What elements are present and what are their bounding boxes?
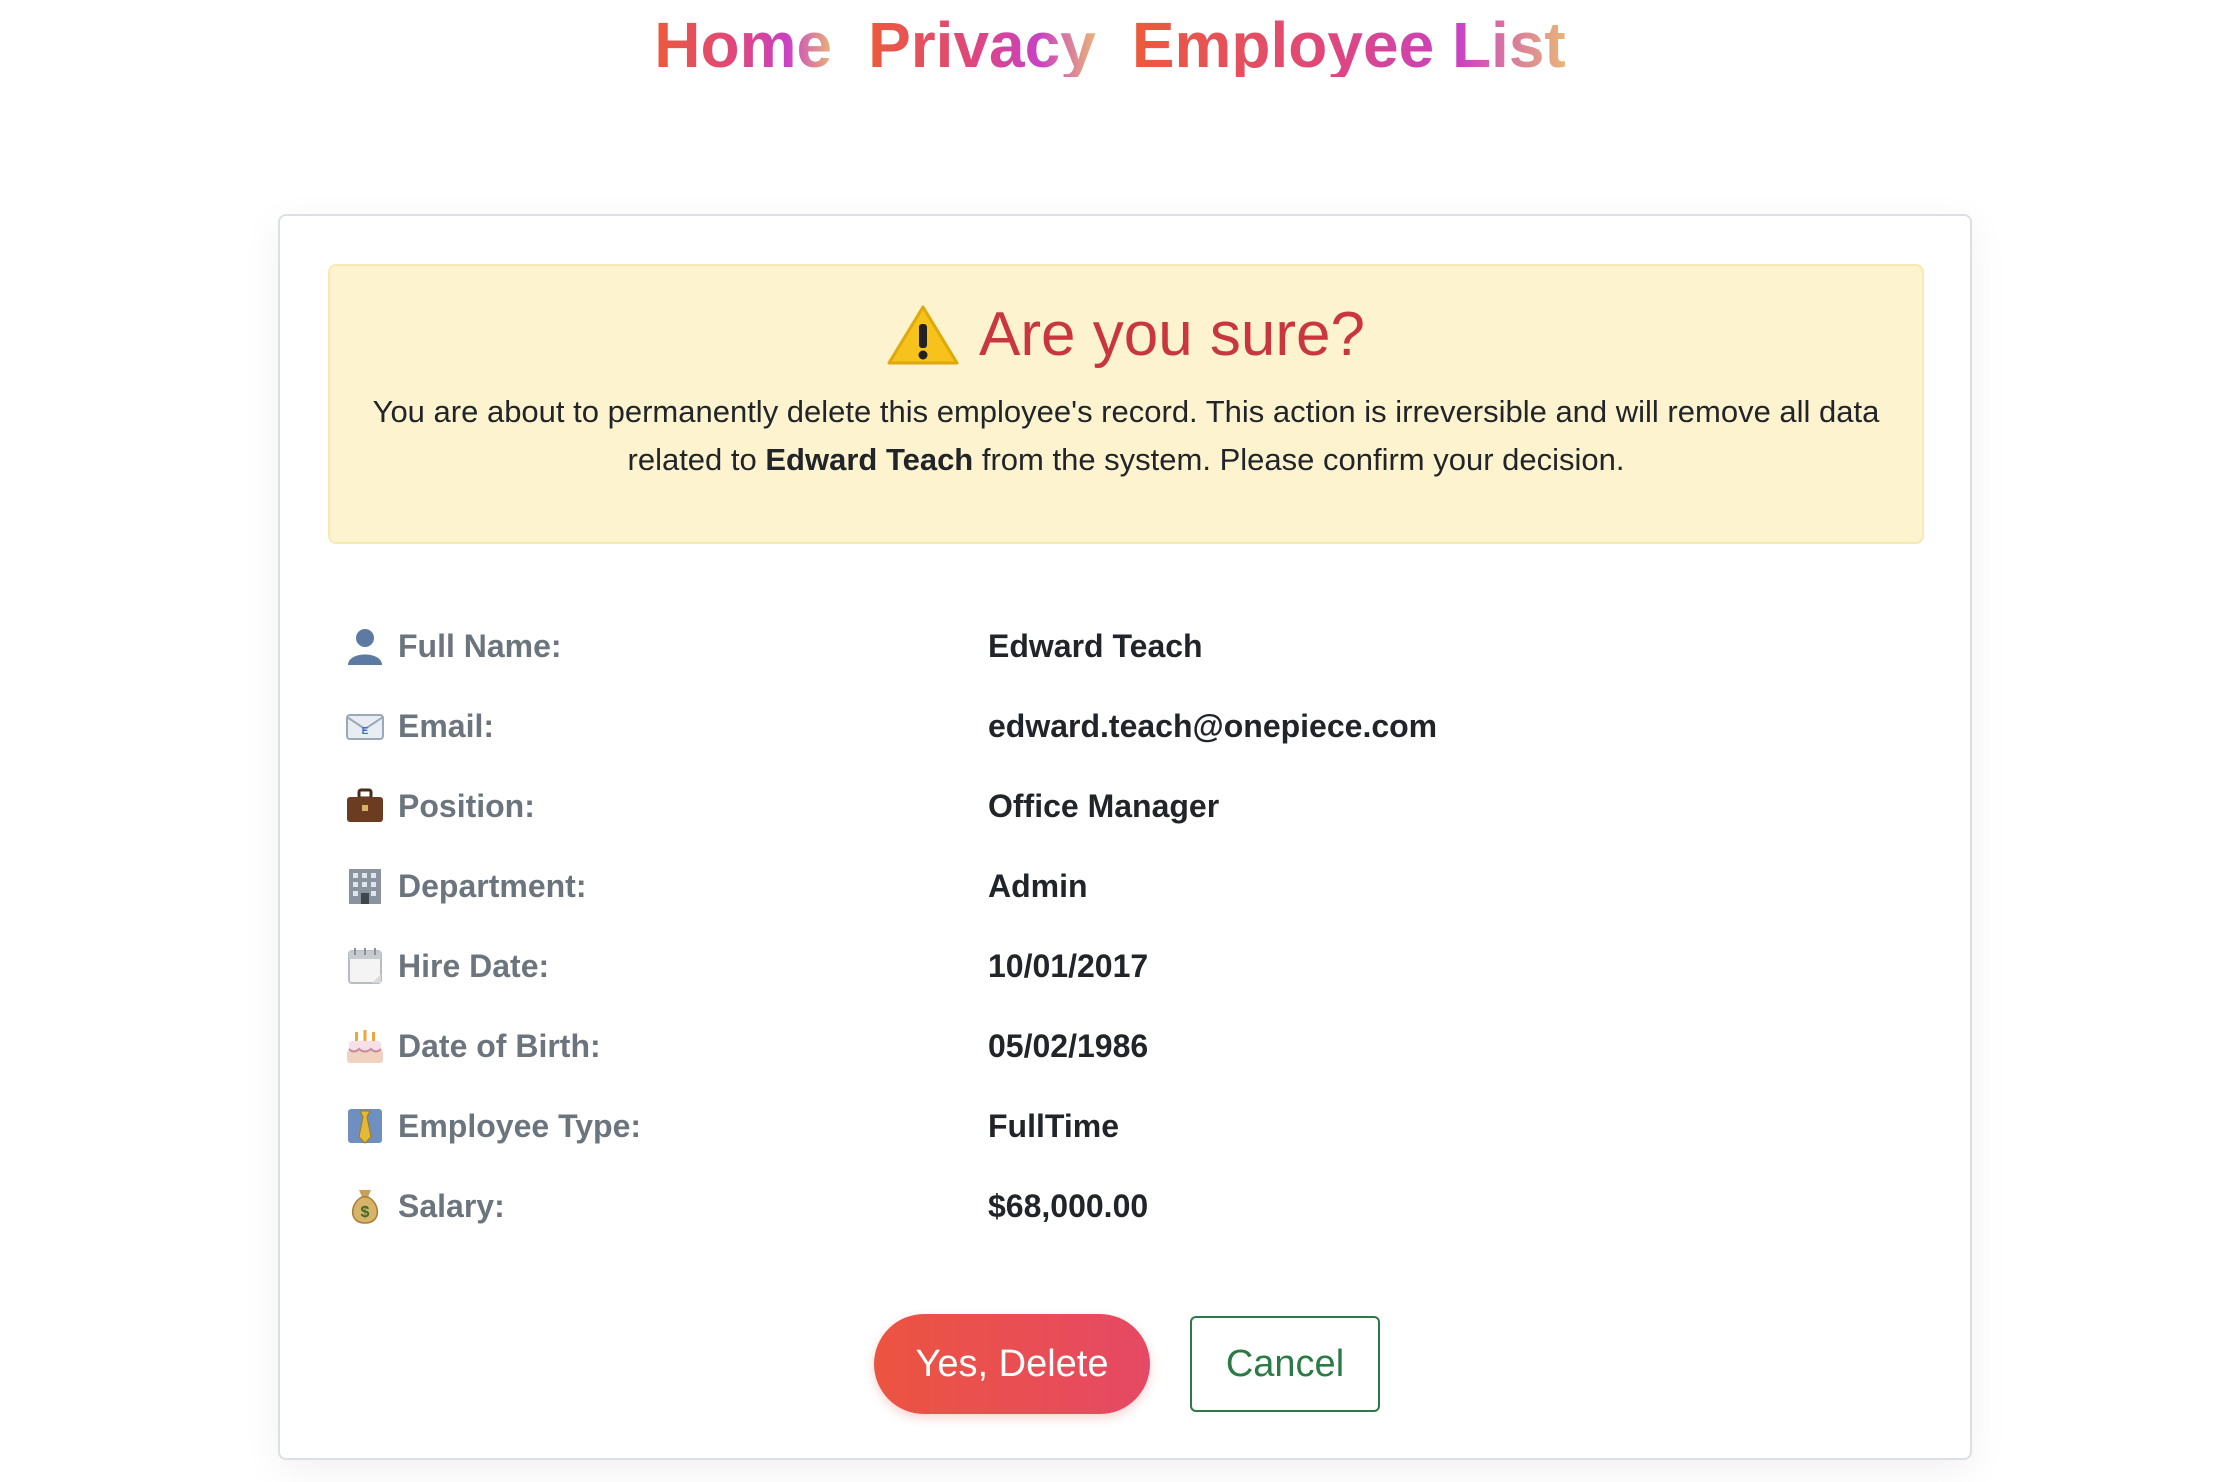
briefcase-icon <box>347 788 383 822</box>
warning-icon <box>887 305 959 365</box>
top-navigation: Home Privacy Employee List <box>0 0 2220 90</box>
detail-label: Position: <box>344 785 535 827</box>
detail-value: 05/02/1986 <box>988 1027 1149 1064</box>
alert-title: Are you sure? <box>330 304 1922 366</box>
detail-value: FullTime <box>988 1107 1119 1144</box>
delete-confirmation-card: Are you sure? You are about to permanent… <box>278 214 1972 1460</box>
building-icon <box>349 869 381 904</box>
alert-employee-name: Edward Teach <box>765 442 974 477</box>
detail-label: $ Salary: <box>344 1185 505 1227</box>
alert-message: You are about to permanently delete this… <box>360 388 1892 484</box>
cancel-button[interactable]: Cancel <box>1190 1316 1380 1412</box>
detail-label: Hire Date: <box>344 945 549 987</box>
person-icon <box>348 629 382 665</box>
nav-link-home[interactable]: Home <box>654 13 832 77</box>
detail-label: E Email: <box>344 705 494 747</box>
detail-value: 10/01/2017 <box>988 947 1149 984</box>
envelope-icon: E <box>346 714 384 740</box>
detail-label-text: Date of Birth: <box>398 1027 601 1064</box>
warning-alert: Are you sure? You are about to permanent… <box>328 264 1924 544</box>
nav-link-privacy[interactable]: Privacy <box>868 13 1096 77</box>
cake-icon <box>347 1030 383 1063</box>
detail-row-hire-date: Hire Date: 10/01/2017 <box>344 938 1904 994</box>
detail-label: Full Name: <box>344 625 562 667</box>
detail-label: Date of Birth: <box>344 1025 601 1067</box>
necktie-icon <box>348 1109 382 1144</box>
detail-label-text: Email: <box>398 707 495 744</box>
detail-row-department: Department: Admin <box>344 858 1904 914</box>
detail-value: Office Manager <box>988 787 1220 824</box>
detail-label: Employee Type: <box>344 1105 641 1147</box>
detail-row-salary: $ Salary: $68,000.00 <box>344 1178 1904 1234</box>
nav-link-employee-list[interactable]: Employee List <box>1132 13 1566 77</box>
detail-row-date-of-birth: Date of Birth: 05/02/1986 <box>344 1018 1904 1074</box>
svg-text:$: $ <box>361 1204 370 1221</box>
detail-row-email: E Email: edward.teach@onepiece.com <box>344 698 1904 754</box>
detail-value: Edward Teach <box>988 627 1203 664</box>
alert-heading: Are you sure? <box>979 300 1365 369</box>
detail-row-position: Position: Office Manager <box>344 778 1904 834</box>
detail-value: Admin <box>988 867 1088 904</box>
svg-text:E: E <box>362 726 369 737</box>
detail-label-text: Position: <box>398 787 535 824</box>
detail-label-text: Full Name: <box>398 627 562 664</box>
detail-label-text: Hire Date: <box>398 947 550 984</box>
detail-label-text: Employee Type: <box>398 1107 642 1144</box>
detail-label-text: Department: <box>398 867 587 904</box>
detail-row-employee-type: Employee Type: FullTime <box>344 1098 1904 1154</box>
detail-value: edward.teach@onepiece.com <box>988 707 1438 744</box>
detail-label: Department: <box>344 865 586 907</box>
detail-value: $68,000.00 <box>988 1187 1149 1224</box>
money-bag-icon: $ <box>351 1190 379 1224</box>
detail-label-text: Salary: <box>398 1187 505 1224</box>
calendar-icon <box>348 948 382 984</box>
confirm-delete-button[interactable]: Yes, Delete <box>874 1314 1150 1414</box>
detail-row-full-name: Full Name: Edward Teach <box>344 618 1904 674</box>
alert-message-end: from the system. Please confirm your dec… <box>973 442 1625 477</box>
